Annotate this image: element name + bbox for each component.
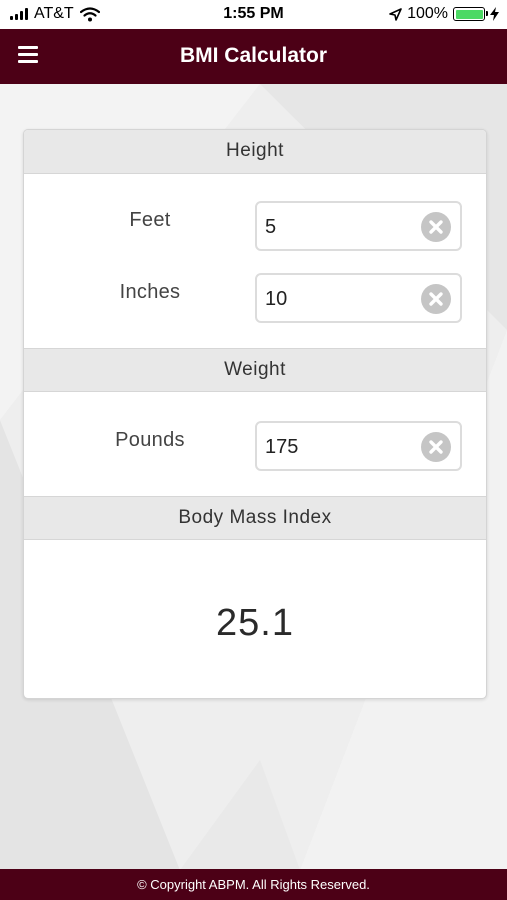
clear-icon [429, 440, 443, 454]
charging-icon [490, 7, 499, 21]
battery-icon [453, 7, 488, 21]
inches-label: Inches [119, 281, 181, 303]
clear-icon [429, 220, 443, 234]
pounds-input[interactable] [265, 434, 415, 460]
clear-pounds-button[interactable] [421, 432, 451, 462]
bmi-section-header: Body Mass Index [24, 496, 486, 540]
inches-field [255, 273, 462, 323]
bmi-calculator-card: Height Feet Inches Weight Pounds Body Ma… [23, 129, 487, 699]
location-icon [389, 7, 402, 21]
page-title: BMI Calculator [179, 44, 328, 67]
battery-percent: 100% [407, 5, 448, 22]
weight-section-header: Weight [24, 348, 486, 392]
inches-input[interactable] [265, 286, 415, 312]
pounds-label: Pounds [115, 429, 185, 451]
pounds-field [255, 421, 462, 471]
clear-inches-button[interactable] [421, 284, 451, 314]
status-right: 100% [389, 5, 499, 23]
clear-feet-button[interactable] [421, 212, 451, 242]
feet-input[interactable] [265, 214, 415, 240]
footer-copyright: © Copyright ABPM. All Rights Reserved. [0, 869, 507, 900]
status-bar: AT&T 1:55 PM 100% [0, 0, 507, 29]
height-section-header: Height [24, 130, 486, 174]
bmi-result: 25.1 [216, 602, 294, 644]
app-header: BMI Calculator [0, 29, 507, 84]
feet-field [255, 201, 462, 251]
clear-icon [429, 292, 443, 306]
feet-label: Feet [129, 209, 171, 231]
battery-fill [455, 9, 483, 19]
